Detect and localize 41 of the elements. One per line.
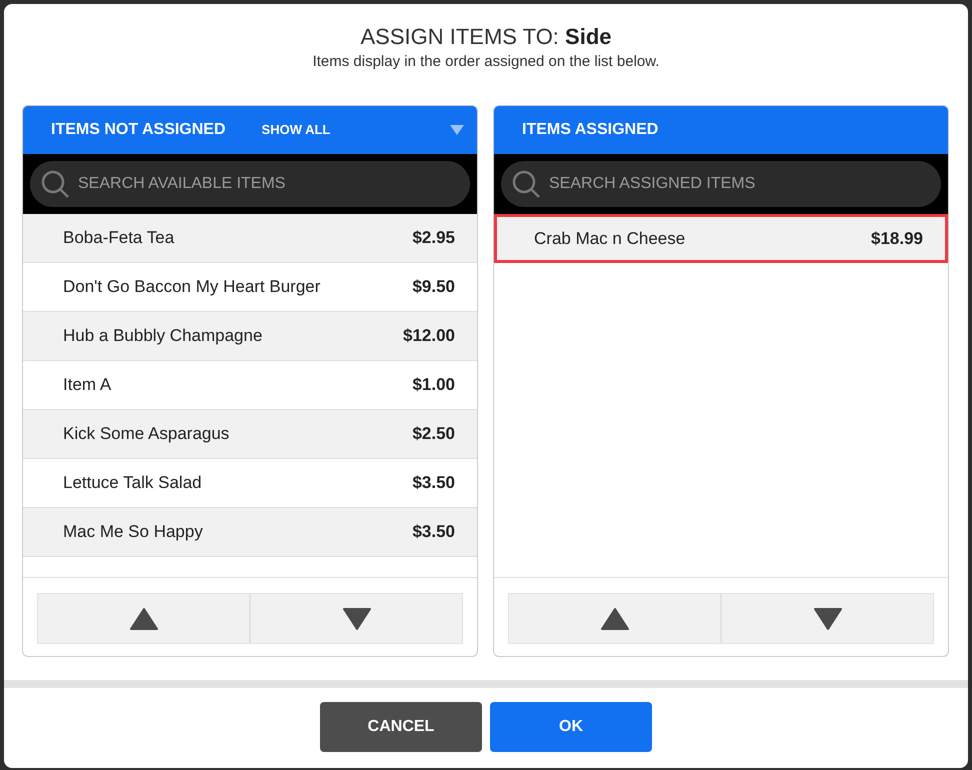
- panel-title: ITEMS ASSIGNED: [522, 120, 658, 140]
- item-price: $12.00: [403, 325, 455, 348]
- item-name: Crab Mac n Cheese: [534, 228, 686, 250]
- list-row[interactable]: Boba-Feta Tea $2.95: [23, 214, 477, 263]
- list-row[interactable]: Kick Some Asparagus $2.50: [23, 410, 477, 459]
- item-name: Mac Me So Happy: [63, 521, 203, 544]
- item-name: Lettuce Talk Salad: [63, 472, 202, 494]
- item-price: $2.95: [412, 227, 455, 250]
- move-up-button[interactable]: [508, 593, 721, 644]
- list-row[interactable]: Hub a Bubbly Champagne $12.00: [23, 312, 477, 361]
- up-arrow-icon: [128, 606, 158, 630]
- caret-icon: [449, 124, 465, 136]
- dialog-subtitle: Items display in the order assigned on the list below.: [312, 52, 660, 72]
- move-up-button[interactable]: [37, 593, 250, 644]
- move-down-button[interactable]: [721, 593, 934, 644]
- filter-dropdown[interactable]: SHOW ALL: [262, 120, 330, 140]
- move-down-button[interactable]: [250, 593, 463, 644]
- item-price: $3.50: [412, 521, 455, 544]
- item-price: $2.50: [412, 423, 455, 446]
- item-name: Boba-Feta Tea: [63, 227, 174, 250]
- search-field[interactable]: SEARCH AVAILABLE ITEMS: [30, 161, 470, 207]
- panel-title: ITEMS NOT ASSIGNED: [51, 120, 226, 140]
- down-arrow-icon: [812, 606, 842, 630]
- down-arrow-icon: [342, 606, 372, 630]
- ok-button[interactable]: OK: [490, 702, 652, 752]
- item-price: $18.99: [871, 228, 923, 250]
- dialog-title: ASSIGN ITEMS TO: Side: [359, 24, 613, 50]
- item-price: $3.50: [412, 472, 455, 494]
- item-price: $1.00: [412, 374, 455, 396]
- list-row[interactable]: Mac Me So Happy $3.50: [23, 508, 477, 557]
- search-icon: [40, 169, 70, 199]
- item-price: $9.50: [412, 276, 455, 298]
- list-row[interactable]: Crab Mac n Cheese $18.99: [494, 214, 948, 263]
- search-field[interactable]: SEARCH ASSIGNED ITEMS: [501, 161, 941, 207]
- item-name: Kick Some Asparagus: [63, 423, 230, 446]
- item-name: Hub a Bubbly Champagne: [63, 325, 262, 348]
- item-name: Item A: [63, 374, 112, 396]
- up-arrow-icon: [600, 606, 630, 630]
- search-icon: [511, 169, 541, 199]
- cancel-button[interactable]: CANCEL: [320, 702, 482, 752]
- item-name: Don't Go Baccon My Heart Burger: [63, 276, 320, 298]
